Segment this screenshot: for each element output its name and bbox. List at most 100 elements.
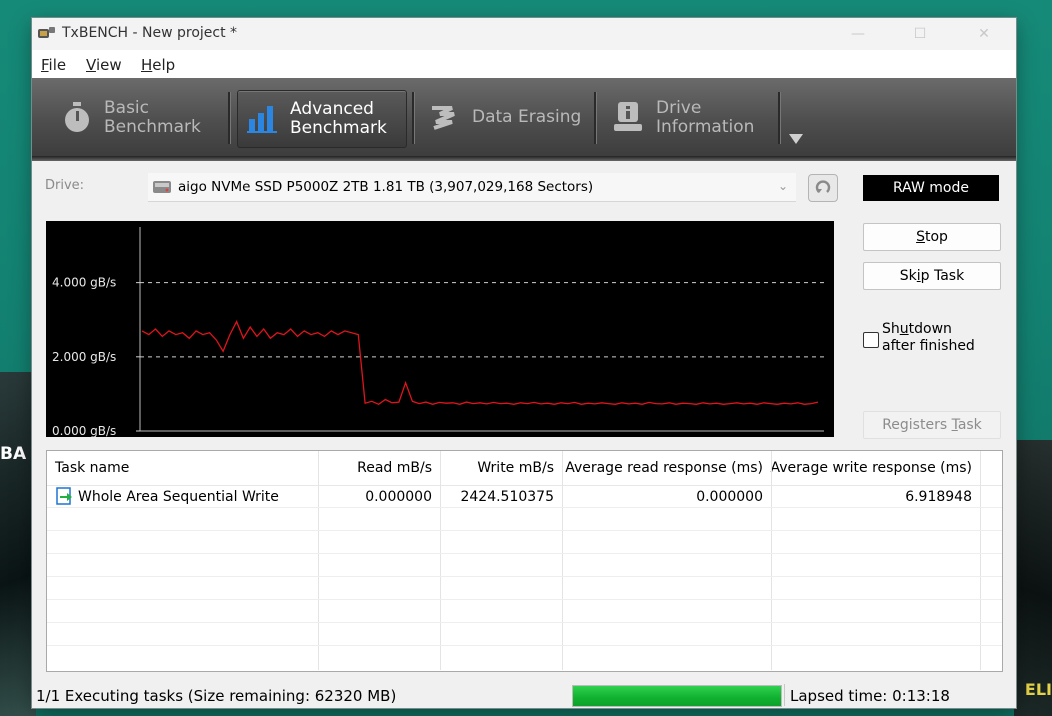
refresh-drives-button[interactable] xyxy=(808,174,838,202)
menu-help-accel: H xyxy=(141,56,153,74)
drive-select[interactable]: aigo NVMe SSD P5000Z 2TB 1.81 TB (3,907,… xyxy=(148,173,796,202)
status-tasks: 1/1 Executing tasks (Size remaining: 623… xyxy=(36,687,397,705)
cell-write: 2424.510375 xyxy=(460,489,554,505)
ribbon-divider xyxy=(412,92,415,144)
row-divider xyxy=(47,507,1002,508)
progress-fill xyxy=(573,686,781,706)
hard-drive-icon xyxy=(153,181,171,193)
task-table[interactable]: Task name Read mB/s Write mB/s Average r… xyxy=(46,450,1003,672)
row-divider xyxy=(47,530,1002,531)
column-divider xyxy=(318,451,319,670)
tab-basic-line2: Benchmark xyxy=(104,117,201,137)
menu-file[interactable]: File xyxy=(41,56,66,74)
row-divider xyxy=(47,599,1002,600)
raw-mode-indicator: RAW mode xyxy=(863,175,999,201)
tab-basic-line1: Basic xyxy=(104,98,150,118)
shutdown-checkbox[interactable] xyxy=(863,332,879,348)
row-divider xyxy=(47,553,1002,554)
lapsed-time: Lapsed time: 0:13:18 xyxy=(790,687,950,705)
menu-view[interactable]: View xyxy=(86,56,122,74)
row-divider xyxy=(47,576,1002,577)
throughput-chart: 4.000 gB/s 2.000 gB/s 0.000 gB/s xyxy=(46,221,834,437)
title-bar[interactable]: TxBENCH - New project * — ☐ ✕ xyxy=(32,18,1016,50)
skip-label-pre: Sk xyxy=(899,268,917,284)
throughput-chart-svg: 4.000 gB/s 2.000 gB/s 0.000 gB/s xyxy=(52,227,824,437)
col-task-name[interactable]: Task name xyxy=(55,460,129,476)
status-divider xyxy=(784,684,785,706)
chevron-down-icon: ⌄ xyxy=(777,179,788,193)
tab-basic-benchmark[interactable]: Basic Benchmark xyxy=(60,90,220,146)
chart-y-tick-label: 2.000 gB/s xyxy=(52,350,116,364)
cell-avg-write: 6.918948 xyxy=(905,489,972,505)
menu-help-label: elp xyxy=(152,56,176,74)
ribbon-shadow xyxy=(32,156,1016,161)
tab-advanced-line2: Benchmark xyxy=(290,118,387,138)
window-title: TxBENCH - New project * xyxy=(62,25,238,41)
drive-select-value: aigo NVMe SSD P5000Z 2TB 1.81 TB (3,907,… xyxy=(178,179,594,195)
tab-erasing-line1: Data Erasing xyxy=(472,107,582,127)
ribbon-divider xyxy=(778,92,781,144)
write-task-icon xyxy=(56,487,72,505)
cell-avg-read: 0.000000 xyxy=(696,489,763,505)
menu-file-accel: F xyxy=(41,56,49,74)
desktop-wallpaper-right: ELI xyxy=(1014,440,1052,716)
tab-advanced-benchmark[interactable]: Advanced Benchmark xyxy=(237,90,407,148)
menu-bar: File View Help xyxy=(32,50,1016,79)
registers-label-post: ask xyxy=(957,417,982,433)
tab-drive-line1: Drive xyxy=(656,98,702,118)
ribbon-divider xyxy=(228,92,231,144)
shutdown-label-accel: u xyxy=(899,321,909,337)
info-drive-icon xyxy=(614,102,642,131)
menu-file-label: ile xyxy=(48,56,67,74)
app-window: TxBENCH - New project * — ☐ ✕ File View … xyxy=(32,18,1016,708)
wallpaper-letters: BA xyxy=(0,444,27,464)
drive-label: Drive: xyxy=(45,178,85,193)
column-divider xyxy=(771,451,772,670)
shutdown-label-line2: after finished xyxy=(882,338,975,354)
wallpaper-letters: ELI xyxy=(1024,680,1052,699)
bar-chart-icon xyxy=(247,106,277,133)
chart-series-line xyxy=(141,320,819,406)
stop-label-accel: S xyxy=(916,229,925,245)
ribbon-divider xyxy=(594,92,597,144)
row-divider xyxy=(47,645,1002,646)
desktop-wallpaper-left: BA xyxy=(0,372,36,716)
menu-view-accel: V xyxy=(86,56,96,74)
cell-read: 0.000000 xyxy=(365,489,432,505)
menu-help[interactable]: Help xyxy=(141,56,175,74)
registers-label-pre: Registers xyxy=(882,417,952,433)
col-avg-read[interactable]: Average read response (ms) xyxy=(565,460,763,476)
chart-y-tick-label: 0.000 gB/s xyxy=(52,424,116,437)
chart-y-tick-label: 4.000 gB/s xyxy=(52,276,116,290)
column-divider xyxy=(440,451,441,670)
status-bar: 1/1 Executing tasks (Size remaining: 623… xyxy=(32,682,1016,708)
col-read[interactable]: Read mB/s xyxy=(357,460,432,476)
registers-task-button[interactable]: Registers Task xyxy=(863,411,1001,439)
menu-view-label: iew xyxy=(95,56,122,74)
stopwatch-icon xyxy=(65,102,89,132)
app-icon xyxy=(38,27,55,38)
stop-label-post: top xyxy=(924,229,948,245)
tab-data-erasing[interactable]: Data Erasing xyxy=(428,90,588,146)
row-divider xyxy=(47,622,1002,623)
tab-advanced-line1: Advanced xyxy=(290,99,374,119)
cell-task-name: Whole Area Sequential Write xyxy=(78,489,279,505)
ribbon-overflow-arrow-icon[interactable] xyxy=(789,134,803,144)
maximize-button[interactable]: ☐ xyxy=(900,22,940,46)
stop-button[interactable]: Stop xyxy=(863,223,1001,251)
close-button[interactable]: ✕ xyxy=(964,22,1004,46)
col-avg-write[interactable]: Average write response (ms) xyxy=(771,460,972,476)
shutdown-label-post: tdown xyxy=(908,321,952,337)
tab-drive-line2: Information xyxy=(656,117,755,137)
col-write[interactable]: Write mB/s xyxy=(477,460,554,476)
minimize-button[interactable]: — xyxy=(838,22,878,46)
ribbon-toolbar: Basic Benchmark Advanced Benchmark Data Er… xyxy=(32,78,1016,156)
tab-drive-information[interactable]: Drive Information xyxy=(612,90,772,146)
skip-label-post: p Task xyxy=(920,268,965,284)
column-divider xyxy=(980,451,981,670)
refresh-icon xyxy=(815,180,831,193)
skip-task-button[interactable]: Skip Task xyxy=(863,262,1001,290)
shutdown-label[interactable]: Shutdown after finished xyxy=(882,321,975,355)
table-header: Task name Read mB/s Write mB/s Average r… xyxy=(47,451,1002,486)
column-divider xyxy=(562,451,563,670)
